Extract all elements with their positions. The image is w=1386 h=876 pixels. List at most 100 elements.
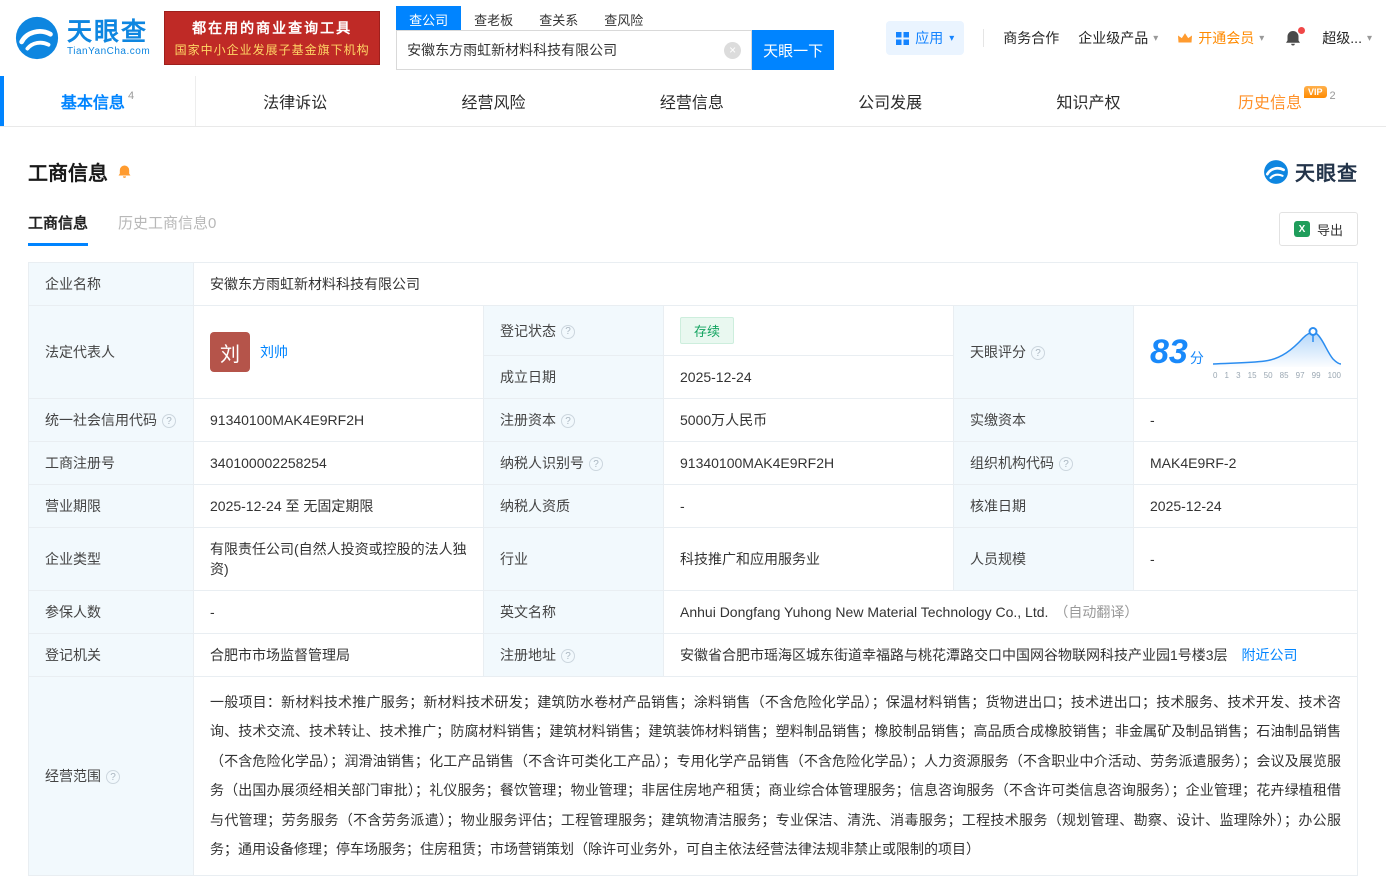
- tab-legal-proceedings[interactable]: 法律诉讼: [196, 76, 394, 126]
- reg-authority-value: 合肥市市场监督管理局: [193, 633, 484, 677]
- chevron-down-icon: ▾: [949, 32, 955, 44]
- tab-basic-info[interactable]: 基本信息 4: [0, 76, 196, 126]
- nav-business-cooperation[interactable]: 商务合作: [1003, 28, 1059, 48]
- clear-search-icon[interactable]: ×: [724, 41, 742, 59]
- tab-company-development[interactable]: 公司发展: [791, 76, 989, 126]
- status-badge: 存续: [680, 317, 735, 344]
- establish-date-label: 成立日期: [483, 355, 664, 399]
- tianyancha-watermark: 天眼查: [1263, 157, 1358, 186]
- legal-rep-avatar[interactable]: 刘: [210, 332, 250, 372]
- help-icon[interactable]: ?: [106, 770, 120, 785]
- notifications-bell[interactable]: [1283, 27, 1306, 47]
- user-menu[interactable]: 超级... ▾: [1322, 28, 1372, 48]
- reg-authority-label: 登记机关: [28, 633, 194, 677]
- tianyancha-logo[interactable]: 天眼查 TianYanCha.com: [14, 15, 150, 61]
- paid-capital-label: 实缴资本: [953, 398, 1134, 442]
- apps-label: 应用: [915, 30, 944, 46]
- business-scope-label: 经营范围?: [28, 675, 194, 876]
- help-icon[interactable]: ?: [1059, 457, 1073, 472]
- reg-number-label: 工商注册号: [28, 441, 194, 485]
- excel-icon: X: [1293, 221, 1310, 237]
- notification-dot: [1298, 27, 1306, 34]
- taxpayer-id-label: 纳税人识别号?: [483, 441, 664, 485]
- crown-icon: [1178, 33, 1193, 43]
- reg-status-value: 存续: [663, 305, 954, 356]
- english-name-label: 英文名称: [483, 590, 664, 634]
- apps-menu[interactable]: 应用 ▾: [886, 21, 965, 55]
- credit-code-label: 统一社会信用代码?: [28, 398, 194, 442]
- tianyancha-watermark-icon: [1264, 159, 1288, 184]
- header-divider: [983, 29, 985, 47]
- search-tab-boss[interactable]: 查老板: [461, 6, 526, 30]
- tyc-score-value[interactable]: 83 分 0 1 3 15 50 85 97 99 100: [1133, 305, 1358, 399]
- promo-banner: 都在用的商业查询工具 国家中小企业发展子基金旗下机构: [164, 11, 381, 65]
- help-icon[interactable]: ?: [561, 324, 575, 339]
- open-membership-label: 开通会员: [1198, 30, 1255, 46]
- subtab-history-business-info[interactable]: 历史工商信息0: [118, 212, 216, 246]
- reg-status-label: 登记状态?: [483, 305, 664, 356]
- legal-rep-link[interactable]: 刘帅: [260, 342, 288, 362]
- tianyancha-logo-icon: [15, 16, 59, 60]
- header-nav: 应用 ▾ 商务合作 企业级产品 ▾ 开通会员 ▾ 超级... ▾: [886, 21, 1372, 55]
- staff-size-label: 人员规模: [953, 527, 1134, 591]
- subscribe-bell-icon[interactable]: [116, 163, 133, 180]
- search-area: 查公司 查老板 查关系 查风险 × 天眼一下: [396, 6, 835, 70]
- search-tab-risk[interactable]: 查风险: [591, 6, 656, 30]
- banner-line1: 都在用的商业查询工具: [192, 20, 353, 36]
- nearby-companies-link[interactable]: 附近公司: [1241, 647, 1297, 663]
- tyc-score-label: 天眼评分?: [953, 305, 1134, 399]
- score-distribution-chart: 01 3 15 50 85 97 99 100: [1212, 325, 1342, 380]
- paid-capital-value: -: [1133, 398, 1358, 442]
- nav-open-membership[interactable]: 开通会员 ▾: [1177, 28, 1264, 48]
- table-row: 企业名称 安徽东方雨虹新材料科技有限公司: [28, 262, 1358, 306]
- search-input[interactable]: [407, 42, 725, 58]
- tab-operating-info[interactable]: 经营信息: [593, 76, 791, 126]
- reg-capital-value: 5000万人民币: [663, 398, 954, 442]
- help-icon[interactable]: ?: [162, 414, 176, 429]
- main-content: 工商信息 天眼查 工商信息 历史工商信息0 X 导出 企业名称 安徽东方雨虹新材…: [0, 157, 1386, 876]
- sub-tabs: 工商信息 历史工商信息0: [28, 212, 216, 246]
- enterprise-products-label: 企业级产品: [1078, 30, 1149, 46]
- section-title: 工商信息: [28, 163, 108, 185]
- search-tab-relation[interactable]: 查关系: [526, 6, 591, 30]
- business-cooperation-label: 商务合作: [1003, 30, 1060, 46]
- logo-text: 天眼查: [67, 17, 149, 46]
- chevron-down-icon: ▾: [1259, 32, 1265, 44]
- help-icon[interactable]: ?: [589, 457, 603, 472]
- industry-label: 行业: [483, 527, 664, 591]
- taxpayer-quality-value: -: [663, 484, 954, 528]
- grid-icon: [896, 31, 910, 45]
- business-term-value: 2025-12-24 至 无固定期限: [193, 484, 484, 528]
- business-info-table: 企业名称 安徽东方雨虹新材料科技有限公司 法定代表人 刘 刘帅 登记状态? 存续…: [28, 262, 1358, 876]
- help-icon[interactable]: ?: [1031, 346, 1045, 361]
- table-row: 登记机关 合肥市市场监督管理局 注册地址? 安徽省合肥市瑶海区城东街道幸福路与桃…: [28, 633, 1358, 677]
- logo-domain: TianYanCha.com: [67, 46, 151, 58]
- legal-rep-value: 刘 刘帅: [193, 305, 484, 399]
- help-icon[interactable]: ?: [561, 414, 575, 429]
- english-name-value: Anhui Dongfang Yuhong New Material Techn…: [663, 590, 1358, 634]
- tab-operating-risk[interactable]: 经营风险: [394, 76, 592, 126]
- nav-enterprise-products[interactable]: 企业级产品 ▾: [1078, 28, 1158, 48]
- banner-line2: 国家中小企业发展子基金旗下机构: [174, 43, 370, 57]
- tab-history-info[interactable]: 历史信息 VIP 2: [1188, 76, 1386, 126]
- industry-value: 科技推广和应用服务业: [663, 527, 954, 591]
- company-type-label: 企业类型: [28, 527, 194, 591]
- company-type-value: 有限责任公司(自然人投资或控股的法人独资): [193, 527, 484, 591]
- search-button[interactable]: 天眼一下: [752, 30, 835, 70]
- approval-date-value: 2025-12-24: [1133, 484, 1358, 528]
- chevron-down-icon: ▾: [1153, 32, 1159, 44]
- help-icon[interactable]: ?: [561, 649, 575, 664]
- staff-size-value: -: [1133, 527, 1358, 591]
- search-box: ×: [396, 30, 753, 70]
- vip-badge: VIP: [1303, 86, 1327, 98]
- establish-date-value: 2025-12-24: [663, 355, 954, 399]
- subtab-business-info[interactable]: 工商信息: [28, 212, 89, 246]
- legal-rep-label: 法定代表人: [28, 305, 194, 399]
- score-number: 83 分: [1150, 332, 1204, 371]
- table-row: 法定代表人 刘 刘帅 登记状态? 存续 天眼评分? 83 分 0 1 3 15 …: [28, 305, 1358, 399]
- search-tab-company[interactable]: 查公司: [396, 6, 462, 30]
- export-label: 导出: [1316, 222, 1343, 238]
- reg-capital-label: 注册资本?: [483, 398, 664, 442]
- export-button[interactable]: X 导出: [1278, 212, 1358, 246]
- tab-intellectual-property[interactable]: 知识产权: [989, 76, 1187, 126]
